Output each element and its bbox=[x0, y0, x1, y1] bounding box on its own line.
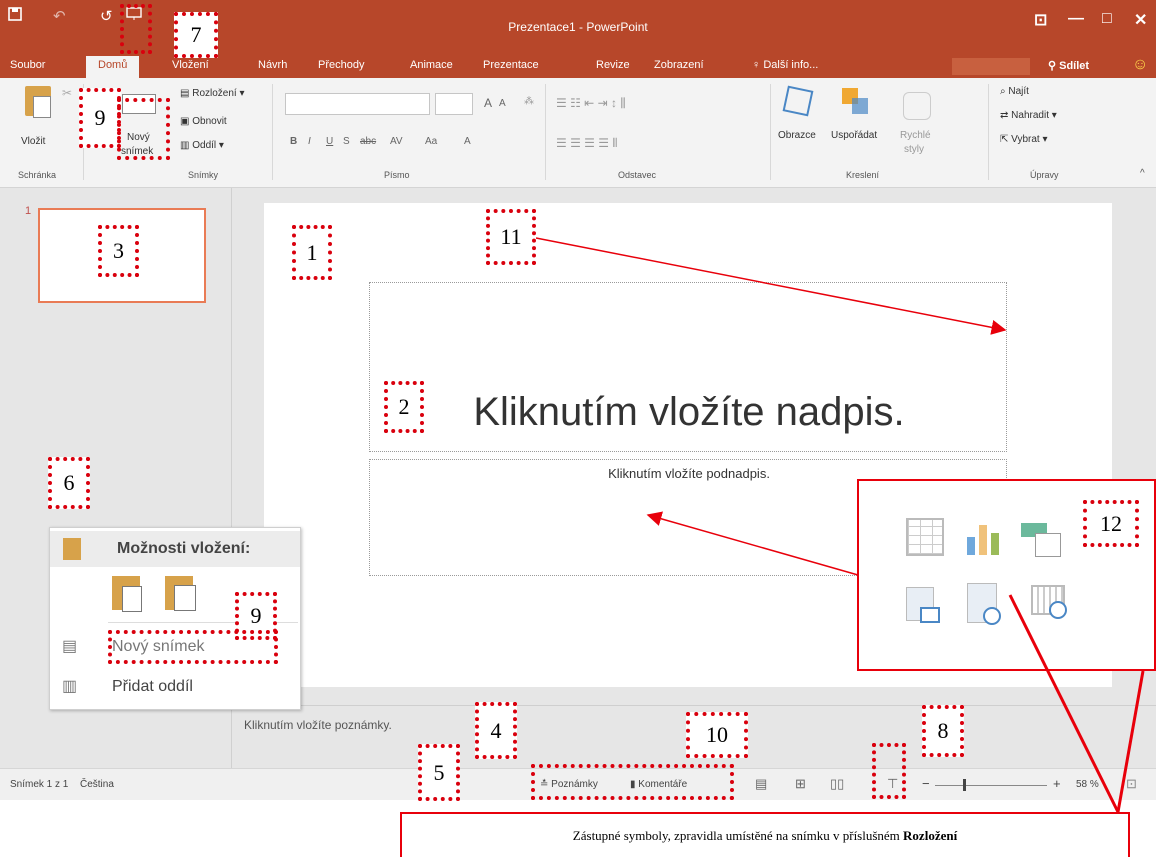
arrow-12 bbox=[646, 511, 859, 576]
marker-2: 2 bbox=[384, 381, 424, 433]
marker-7: 7 bbox=[174, 12, 218, 58]
slideshow-view-highlight bbox=[872, 743, 906, 799]
marker-11: 11 bbox=[486, 209, 536, 265]
marker-10: 10 bbox=[686, 712, 748, 758]
new-slide-ribbon-highlight bbox=[117, 98, 170, 160]
present-icon-highlight bbox=[120, 4, 152, 54]
marker-3: 3 bbox=[98, 225, 139, 277]
callout-text: Zástupné symboly, zpravidla umístěné na … bbox=[402, 828, 1128, 844]
callout-text-main: Zástupné symboly, zpravidla umístěné na … bbox=[572, 828, 900, 843]
marker-1: 1 bbox=[292, 225, 332, 280]
marker-8: 8 bbox=[922, 705, 964, 757]
arrow-11 bbox=[535, 237, 1007, 335]
notes-comments-highlight bbox=[531, 764, 734, 800]
callout-text-bold: Rozložení bbox=[903, 828, 958, 843]
callout-line-left bbox=[1008, 594, 1120, 813]
marker-9-ribbon: 9 bbox=[79, 88, 121, 148]
marker-4: 4 bbox=[475, 702, 517, 759]
powerpoint-window: ↶ ↺ Prezentace1 - PowerPoint ⊡ — □ ✕ Sou… bbox=[0, 0, 1156, 857]
marker-5: 5 bbox=[418, 744, 460, 801]
annotation-arrows bbox=[535, 237, 1145, 813]
marker-12: 12 bbox=[1083, 500, 1139, 547]
callout-line-right bbox=[1116, 670, 1145, 813]
new-slide-menu-highlight bbox=[108, 630, 278, 664]
callout-box: Zástupné symboly, zpravidla umístěné na … bbox=[400, 812, 1130, 857]
marker-6: 6 bbox=[48, 457, 90, 509]
